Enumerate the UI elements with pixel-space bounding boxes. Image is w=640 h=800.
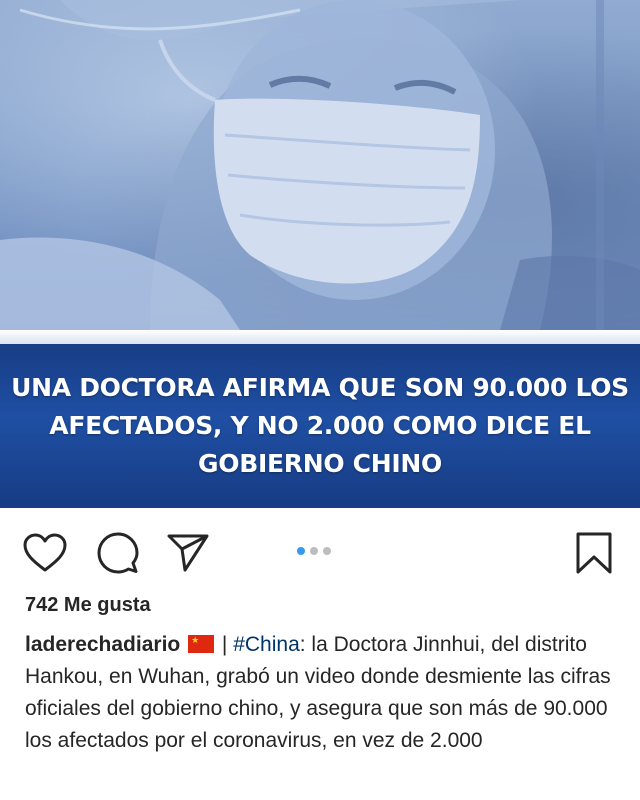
heart-icon: [23, 533, 67, 572]
caption-hashtag[interactable]: #China: [233, 633, 300, 656]
carousel-dot: [323, 547, 331, 555]
carousel-dot-active: [297, 547, 305, 555]
instagram-post: UNA DOCTORA AFIRMA QUE SON 90.000 LOS AF…: [0, 0, 640, 800]
banner-top-stripe: [0, 330, 640, 344]
carousel-dot: [310, 547, 318, 555]
comment-button[interactable]: [95, 530, 141, 576]
comment-icon: [97, 532, 139, 574]
headline-text: UNA DOCTORA AFIRMA QUE SON 90.000 LOS AF…: [11, 373, 629, 478]
caption-username[interactable]: laderechadiario: [25, 633, 180, 656]
like-button[interactable]: [22, 530, 68, 576]
share-button[interactable]: [165, 530, 211, 576]
post-caption: laderechadiario ★ | #China: la Doctora J…: [25, 629, 625, 757]
china-flag-icon: ★: [188, 635, 215, 653]
carousel-indicator: [297, 547, 331, 555]
doctor-photo: [0, 0, 640, 330]
caption-separator: |: [216, 633, 234, 656]
save-button[interactable]: [571, 530, 617, 576]
action-bar: [0, 522, 640, 580]
like-count[interactable]: 742 Me gusta: [25, 594, 151, 617]
paper-plane-icon: [167, 534, 209, 572]
post-image[interactable]: UNA DOCTORA AFIRMA QUE SON 90.000 LOS AF…: [0, 0, 640, 508]
bookmark-icon: [576, 532, 612, 574]
headline-banner: UNA DOCTORA AFIRMA QUE SON 90.000 LOS AF…: [0, 344, 640, 508]
